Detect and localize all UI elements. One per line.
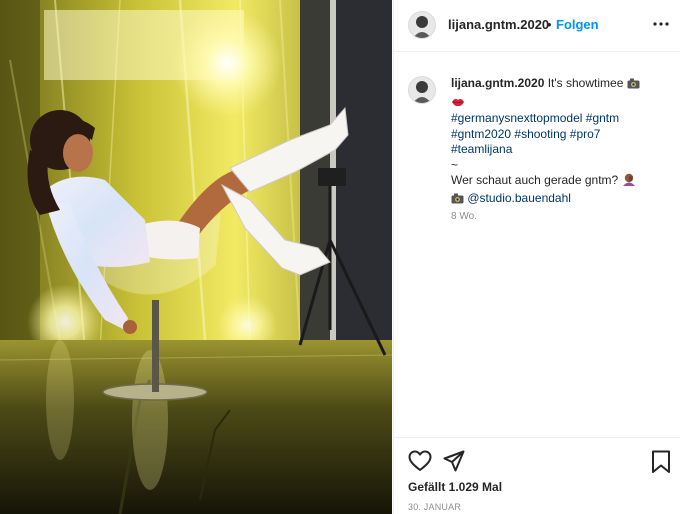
mention-studio-bauendahl[interactable]: @studio.bauendahl [467, 191, 571, 205]
avatar-image [409, 77, 435, 103]
caption-question: Wer schaut auch gerade gntm? [451, 173, 619, 187]
caption-avatar[interactable] [408, 76, 436, 104]
heart-icon [408, 450, 432, 471]
comments-section: lijana.gntm.2020 It's showtimee #germany… [394, 60, 680, 436]
comment-age[interactable]: 8 Wo. [451, 211, 477, 222]
action-bar: Gefällt 1.029 Mal 30. JANUAR [394, 437, 680, 514]
caption-text: It's showtimee [547, 76, 624, 90]
hashtag-germanysnexttopmodel[interactable]: #germanysnexttopmodel [451, 111, 582, 125]
hashtag-gntm[interactable]: #gntm [586, 111, 619, 125]
post-photo[interactable] [0, 0, 392, 514]
caption-tilde: ~ [451, 157, 459, 172]
avatar-image [409, 12, 435, 38]
avatar[interactable] [408, 11, 436, 39]
ellipsis-icon [653, 22, 669, 26]
hashtag-teamlijana[interactable]: #teamlijana [451, 142, 512, 156]
instagram-post: lijana.gntm.2020 • Folgen lijana.gntm.20… [0, 0, 680, 514]
like-count[interactable]: Gefällt 1.029 Mal [408, 480, 502, 494]
person-facepalming-emoji-icon [622, 173, 636, 191]
header-username[interactable]: lijana.gntm.2020 [448, 17, 549, 32]
post-date[interactable]: 30. JANUAR [408, 502, 461, 512]
post-image [0, 0, 392, 514]
more-options-icon[interactable] [651, 14, 671, 34]
follow-button[interactable]: Folgen [556, 17, 599, 32]
save-button[interactable] [651, 450, 671, 479]
caption-username[interactable]: lijana.gntm.2020 [451, 76, 544, 90]
hashtag-pro7[interactable]: #pro7 [570, 127, 601, 141]
bookmark-icon [652, 450, 670, 473]
camera-emoji-icon [627, 78, 640, 94]
like-button[interactable] [408, 450, 432, 477]
camera-emoji-icon-2 [451, 193, 464, 209]
hashtag-gntm2020[interactable]: #gntm2020 [451, 127, 511, 141]
post-sidebar: lijana.gntm.2020 • Folgen lijana.gntm.20… [393, 0, 680, 514]
post-caption: lijana.gntm.2020 It's showtimee #germany… [451, 76, 671, 208]
paper-plane-icon [443, 450, 465, 472]
hashtag-shooting[interactable]: #shooting [514, 127, 566, 141]
separator-dot: • [547, 17, 552, 32]
lips-emoji-icon [451, 96, 465, 112]
post-header: lijana.gntm.2020 • Folgen [394, 0, 680, 52]
share-button[interactable] [443, 450, 465, 477]
